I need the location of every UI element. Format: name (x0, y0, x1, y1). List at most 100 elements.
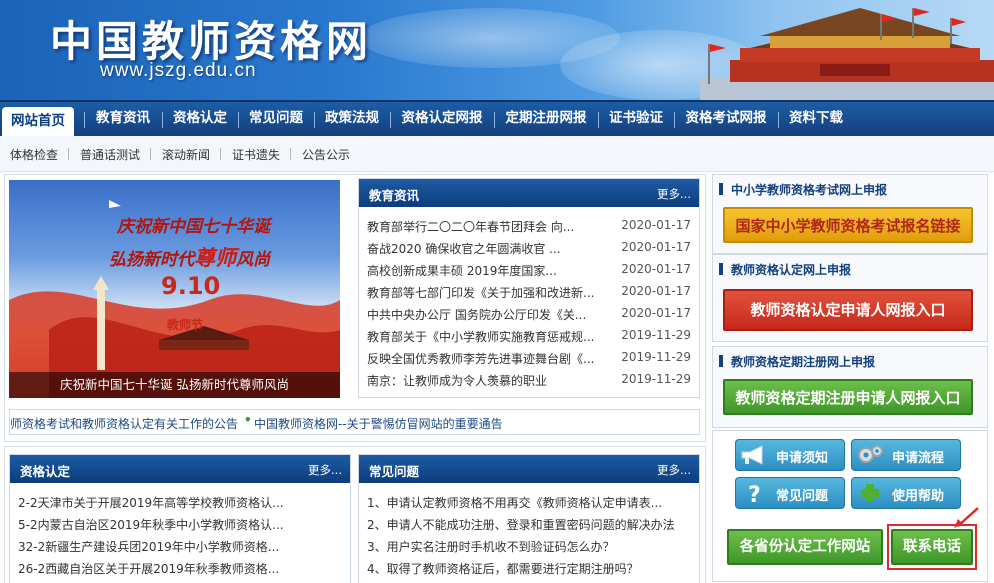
sidebar-heading: 教师资格定期注册网上申报 (719, 353, 875, 370)
panel-header: 教育资讯 更多... (359, 179, 699, 207)
more-link[interactable]: 更多... (657, 186, 691, 202)
exam-registration-link-button[interactable]: 国家中小学教师资格考试报名链接 (723, 207, 973, 243)
main-nav: 网站首页 教育资讯 资格认定 常见问题 政策法规 资格认定网报 定期注册网报 证… (0, 100, 994, 138)
news-date: 2020-01-17 (621, 284, 691, 298)
subnav-physical-exam[interactable]: 体格检查 (10, 146, 58, 163)
application-notice-button[interactable]: 申请须知 (735, 439, 845, 471)
list-item[interactable]: 26-2西藏自治区关于开展2019年秋季教师资格... (18, 557, 342, 579)
sidebar-heading-text: 教师资格认定网上申报 (731, 263, 852, 277)
subnav-divider (220, 148, 221, 160)
faq-panel: 常见问题 更多... 1、申请认定教师资格不用再交《教师资格认定申请表... 2… (358, 454, 700, 583)
nav-faq[interactable]: 常见问题 (242, 102, 310, 136)
nav-divider (390, 112, 391, 128)
list-item[interactable]: 2、申请人不能成功注册、登录和重置密码问题的解决办法 (367, 513, 691, 535)
news-title[interactable]: 教育部等七部门印发《关于加强和改进新... (367, 284, 594, 301)
heading-bar (719, 355, 723, 367)
news-title[interactable]: 教育部举行二〇二〇年春节团拜会 向... (367, 218, 574, 235)
list-item-title[interactable]: 26-2西藏自治区关于开展2019年秋季教师资格... (18, 560, 279, 577)
province-sites-button[interactable]: 各省份认定工作网站 (727, 529, 883, 565)
tiananmen-illustration (700, 8, 994, 100)
news-title[interactable]: 反映全国优秀教师李芳先进事迹舞台剧《... (367, 350, 594, 367)
featured-photo[interactable]: 庆祝新中国七十华诞 弘扬新时代尊师风尚 9.10 教师节 庆祝新中国七十华诞 弘… (9, 180, 340, 398)
news-title[interactable]: 南京：让教师成为令人羡慕的职业 (367, 372, 547, 389)
news-title[interactable]: 中共中央办公厅 国务院办公厅印发《关... (367, 306, 586, 323)
cert-application-entry-button[interactable]: 教师资格认定申请人网报入口 (723, 289, 973, 331)
nav-policy[interactable]: 政策法规 (318, 102, 386, 136)
plus-icon (861, 484, 879, 502)
quick-link-label: 申请流程 (892, 451, 945, 466)
list-item[interactable]: 32-2新疆生产建设兵团2019年中小学教师资格... (18, 535, 342, 557)
news-item[interactable]: 奋战2020 确保收官之年圆满收官 ... 2020-01-17 (367, 237, 691, 259)
panel-title: 资格认定 (20, 464, 71, 479)
list-item-title[interactable]: 1、申请认定教师资格不用再交《教师资格认定申请表... (367, 494, 662, 511)
list-item[interactable]: 3、用户实名注册时手机收不到验证码怎么办？ (367, 535, 691, 557)
subnav-mandarin-test[interactable]: 普通话测试 (80, 146, 140, 163)
list-item-title[interactable]: 5-2内蒙古自治区2019年秋季中小学教师资格认... (18, 516, 284, 533)
poster-subheadline-part: 弘扬新时代 (109, 250, 194, 270)
list-item-title[interactable]: 2、申请人不能成功注册、登录和重置密码问题的解决办法 (367, 516, 675, 533)
list-item-title[interactable]: 2-2天津市关于开展2019年高等学校教师资格认... (18, 494, 284, 511)
news-item[interactable]: 高校创新成果丰硕 2019年度国家... 2020-01-17 (367, 259, 691, 281)
list-item[interactable]: 2-2天津市关于开展2019年高等学校教师资格认... (18, 491, 342, 513)
nav-education-news[interactable]: 教育资讯 (88, 102, 158, 136)
bullet-icon: • (244, 413, 252, 427)
subnav-rolling-news[interactable]: 滚动新闻 (162, 146, 210, 163)
news-item[interactable]: 中共中央办公厅 国务院办公厅印发《关... 2020-01-17 (367, 303, 691, 325)
list-item-title[interactable]: 3、用户实名注册时手机收不到验证码怎么办？ (367, 538, 615, 555)
news-title[interactable]: 教育部关于《中小学教师实施教育惩戒规... (367, 328, 594, 345)
quick-link-label: 申请须知 (776, 451, 829, 466)
nav-registration-online[interactable]: 定期注册网报 (498, 102, 594, 136)
nav-divider (84, 112, 85, 128)
application-process-button[interactable]: 申请流程 (851, 439, 961, 471)
news-item[interactable]: 教育部举行二〇二〇年春节团拜会 向... 2020-01-17 (367, 215, 691, 237)
news-item[interactable]: 反映全国优秀教师李芳先进事迹舞台剧《... 2019-11-29 (367, 347, 691, 369)
nav-cert-verify[interactable]: 证书验证 (602, 102, 670, 136)
scrolling-announcements: 师资格考试和教师资格认定有关工作的公告 • 中国教师资格网--关于警惕仿冒网站的… (9, 409, 700, 435)
question-mark-icon: ? (748, 483, 761, 505)
news-item[interactable]: 教育部关于《中小学教师实施教育惩戒规... 2019-11-29 (367, 325, 691, 347)
nav-home[interactable]: 网站首页 (2, 107, 74, 138)
panel-title: 常见问题 (369, 464, 420, 479)
more-link[interactable]: 更多... (657, 462, 691, 478)
subnav-announcements[interactable]: 公告公示 (302, 146, 350, 163)
poster-date: 9.10 (161, 272, 221, 300)
subnav-cert-lost[interactable]: 证书遗失 (232, 146, 280, 163)
news-date: 2020-01-17 (621, 240, 691, 254)
qualification-panel: 资格认定 更多... 2-2天津市关于开展2019年高等学校教师资格认... 5… (9, 454, 351, 583)
sidebar-heading: 中小学教师资格考试网上申报 (719, 181, 887, 198)
news-title[interactable]: 高校创新成果丰硕 2019年度国家... (367, 262, 557, 279)
news-date: 2019-11-29 (621, 372, 691, 386)
list-item[interactable]: 1、申请认定教师资格不用再交《教师资格认定申请表... (367, 491, 691, 513)
usage-help-button[interactable]: 使用帮助 (851, 477, 961, 509)
registration-entry-button[interactable]: 教师资格定期注册申请人网报入口 (723, 379, 973, 415)
svg-text:?: ? (748, 483, 761, 505)
nav-downloads[interactable]: 资料下载 (782, 102, 850, 136)
list-item[interactable]: 5-2内蒙古自治区2019年秋季中小学教师资格认... (18, 513, 342, 535)
news-item[interactable]: 南京：让教师成为令人羡慕的职业 2019-11-29 (367, 369, 691, 391)
photo-caption[interactable]: 庆祝新中国七十华诞 弘扬新时代尊师风尚 (9, 372, 340, 398)
nav-qualification[interactable]: 资格认定 (166, 102, 234, 136)
ticker-item[interactable]: 师资格考试和教师资格认定有关工作的公告 (10, 415, 238, 432)
nav-divider (494, 112, 495, 128)
megaphone-icon (741, 445, 763, 465)
ticker-item[interactable]: 中国教师资格网--关于警惕仿冒网站的重要通告 (254, 415, 503, 432)
nav-exam-online[interactable]: 资格考试网报 (678, 102, 774, 136)
common-questions-button[interactable]: ? 常见问题 (735, 477, 845, 509)
poster-subheadline: 弘扬新时代尊师风尚 (109, 242, 270, 272)
news-title[interactable]: 奋战2020 确保收官之年圆满收官 ... (367, 240, 561, 257)
highlight-box (887, 524, 977, 570)
heading-bar (719, 263, 723, 275)
sub-nav: 体格检查 普通话测试 滚动新闻 证书遗失 公告公示 (0, 136, 994, 172)
list-item[interactable]: 4、取得了教师资格证后，都需要进行定期注册吗？ (367, 557, 691, 579)
cert-online-box: 教师资格认定网上申报 教师资格认定申请人网报入口 (712, 254, 988, 342)
more-link[interactable]: 更多... (308, 462, 342, 478)
quick-link-label: 常见问题 (776, 489, 829, 504)
news-item[interactable]: 教育部等七部门印发《关于加强和改进新... 2020-01-17 (367, 281, 691, 303)
education-news-panel: 教育资讯 更多... 教育部举行二〇二〇年春节团拜会 向... 2020-01-1… (358, 178, 700, 398)
nav-cert-online[interactable]: 资格认定网报 (394, 102, 490, 136)
poster-subheadline-part: 风尚 (236, 250, 270, 270)
nav-divider (238, 112, 239, 128)
list-item-title[interactable]: 4、取得了教师资格证后，都需要进行定期注册吗？ (367, 560, 639, 577)
news-date: 2019-11-29 (621, 350, 691, 364)
list-item-title[interactable]: 32-2新疆生产建设兵团2019年中小学教师资格... (18, 538, 279, 555)
